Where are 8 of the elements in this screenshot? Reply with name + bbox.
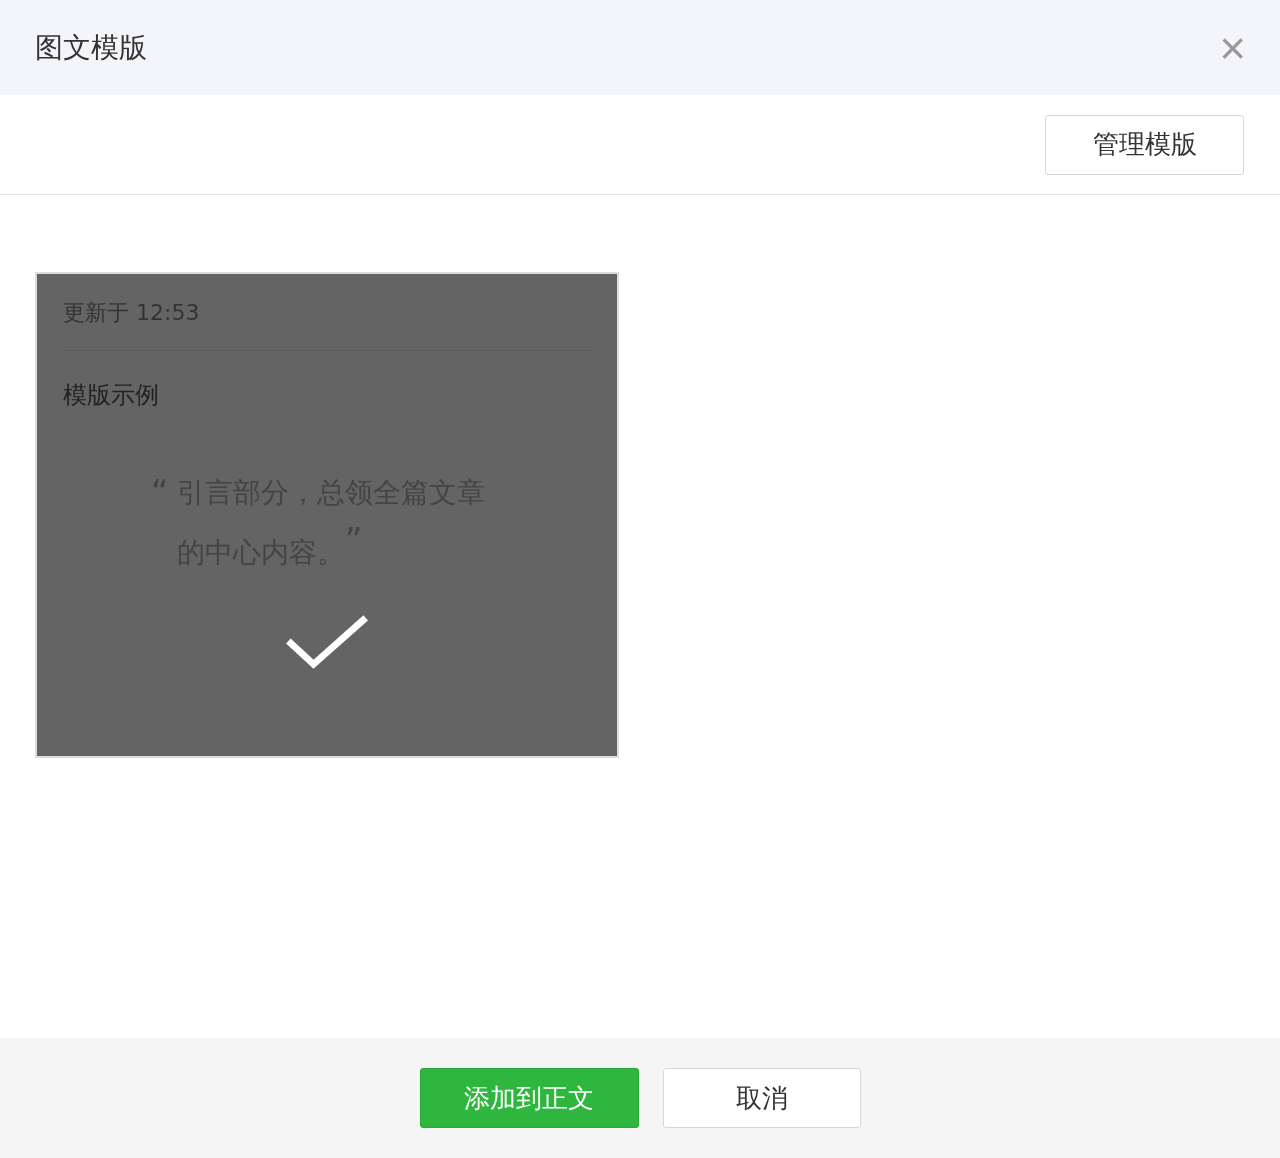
cancel-button[interactable]: 取消 <box>662 1068 861 1128</box>
template-name: 模版示例 <box>63 380 159 411</box>
open-quote-mark: “ <box>151 475 169 514</box>
close-button[interactable]: × <box>1219 24 1246 71</box>
dialog-title: 图文模版 <box>35 29 147 66</box>
manage-templates-button[interactable]: 管理模版 <box>1045 114 1244 175</box>
close-quote-mark: ” <box>344 520 363 560</box>
add-to-body-button[interactable]: 添加到正文 <box>419 1068 639 1128</box>
